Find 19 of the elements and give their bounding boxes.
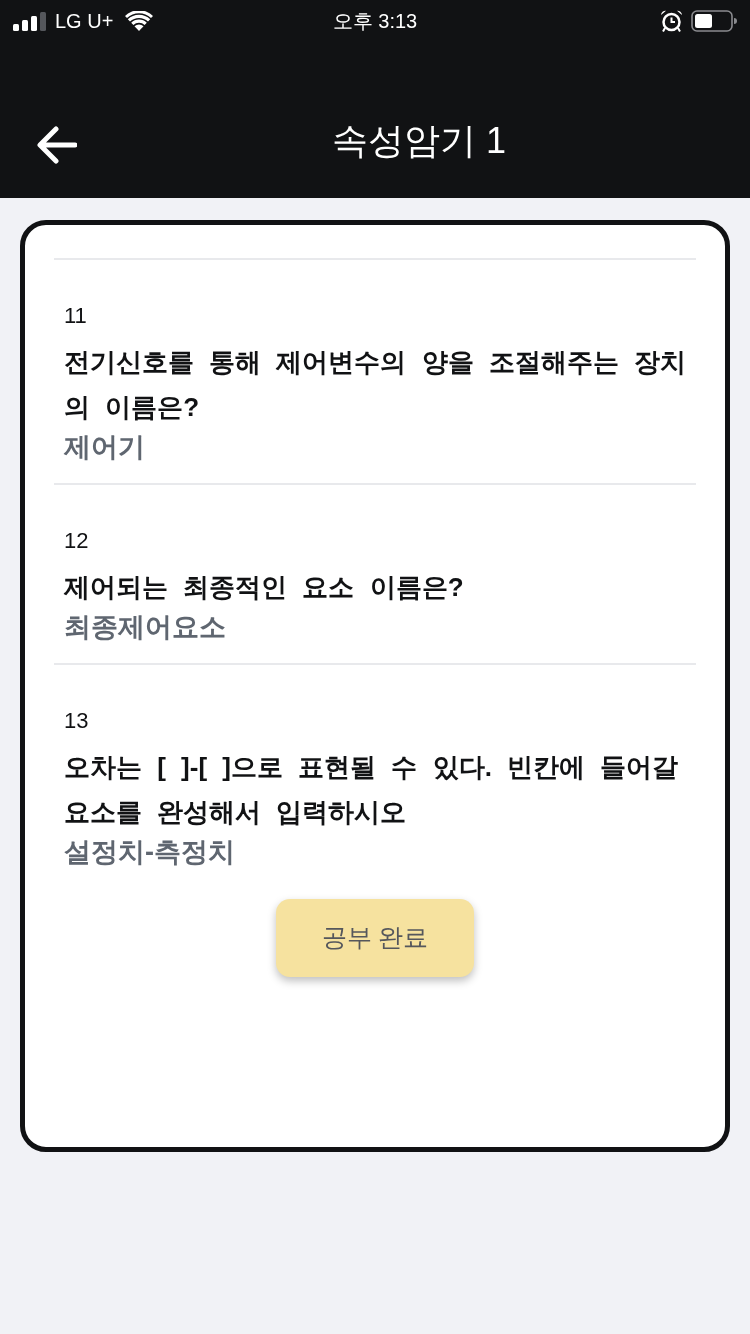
battery-icon (691, 10, 737, 32)
back-button[interactable] (36, 124, 78, 166)
question-text: 오차는 [ ]-[ ]으로 표현될 수 있다. 빈칸에 들어갈 요소를 완성해서 입력하시오 (64, 751, 680, 829)
question-number: 13 (64, 707, 89, 735)
answer-text: 최종제어요소 (64, 611, 226, 644)
answer-text: 설정치-측정치 (64, 836, 235, 869)
wifi-icon (125, 11, 154, 31)
alarm-clock-icon (660, 10, 683, 32)
question-number: 12 (64, 527, 89, 555)
carrier-name: LG U+ (55, 9, 114, 33)
study-complete-button[interactable]: 공부 완료 (276, 899, 474, 977)
status-time: 오후 3:13 (332, 9, 418, 33)
page-title: 속성암기 1 (332, 119, 506, 163)
answer-text: 제어기 (64, 431, 145, 464)
signal-icon (13, 11, 46, 31)
question-text: 전기신호를 통해 제어변수의 양을 조절해주는 장치의 이름은? (64, 346, 688, 424)
arrow-left-icon (37, 126, 77, 164)
question-text: 제어되는 최종적인 요소 이름은? (64, 571, 465, 604)
question-number: 11 (64, 302, 87, 330)
